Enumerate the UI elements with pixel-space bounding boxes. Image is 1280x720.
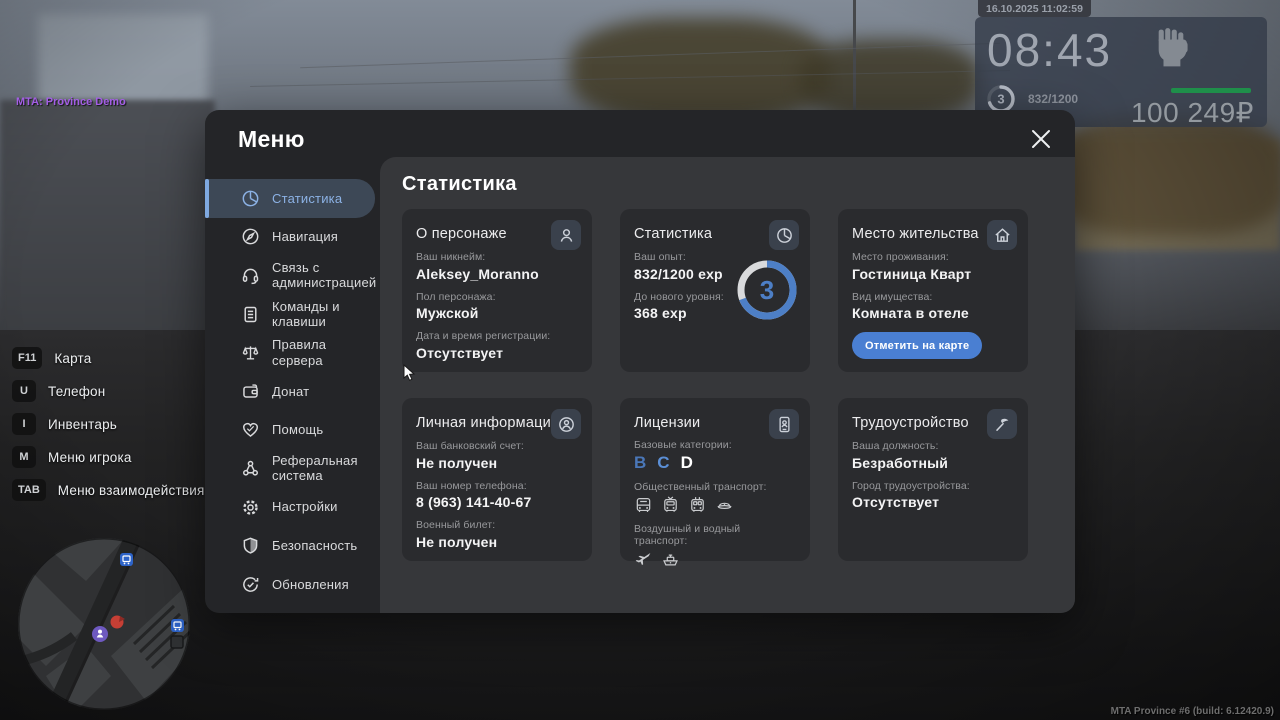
bus-icon [634, 496, 653, 515]
compass-icon [241, 227, 260, 246]
license-categories: B C D [634, 453, 796, 473]
user-icon [551, 220, 581, 250]
sidebar-item-server-rules[interactable]: Правила сервера [205, 333, 380, 372]
key-hints: F11 Карта U Телефон I Инвентарь M Меню и… [12, 347, 204, 501]
heart-icon [241, 420, 260, 439]
category-d: D [681, 453, 693, 473]
menu-content: Статистика О персонаже Ваш никнейм: Alek… [380, 157, 1075, 613]
sidebar-item-navigation[interactable]: Навигация [205, 218, 380, 257]
hud-progress-bar [1171, 88, 1251, 93]
mark-on-map-button[interactable]: Отметить на карте [852, 332, 982, 359]
key-hint-player-menu: M Меню игрока [12, 446, 204, 468]
mouse-cursor [403, 364, 417, 382]
sidebar-item-donate[interactable]: Донат [205, 372, 380, 411]
person-badge-icon [551, 409, 581, 439]
menu-sidebar: Статистика Навигация Связь с администрац… [205, 179, 380, 604]
cap-icon [715, 496, 734, 515]
server-brand-watermark: MTA: Province Demo [16, 96, 126, 108]
hud-clock: 08:43 [987, 23, 1112, 77]
close-icon[interactable] [1029, 127, 1053, 151]
card-about-character: О персонаже Ваш никнейм: Aleksey_Moranno… [402, 209, 592, 372]
pie-chart-icon [769, 220, 799, 250]
key-hint-interaction: TAB Меню взаимодействия [12, 479, 204, 501]
plane-icon [634, 550, 653, 569]
category-c: C [657, 453, 669, 473]
home-icon [987, 220, 1017, 250]
category-b: B [634, 453, 646, 473]
content-heading: Статистика [402, 173, 517, 196]
key-hint-map: F11 Карта [12, 347, 204, 369]
sidebar-item-help[interactable]: Помощь [205, 411, 380, 450]
hud-datetime: 16.10.2025 11:02:59 [978, 0, 1091, 17]
key-hint-inventory: I Инвентарь [12, 413, 204, 435]
svg-text:3: 3 [997, 92, 1004, 107]
fist-icon [1155, 26, 1189, 70]
id-card-icon [769, 409, 799, 439]
pickaxe-icon [987, 409, 1017, 439]
sidebar-item-admin-contact[interactable]: Связь с администрацией [205, 256, 380, 295]
sidebar-item-settings[interactable]: Настройки [205, 488, 380, 527]
card-licenses: Лицензии Базовые категории: B C D Общест… [620, 398, 810, 561]
minimap-bus-stop-icon [120, 553, 133, 566]
scales-icon [241, 343, 260, 362]
svg-text:3: 3 [760, 275, 774, 305]
hud-exp-text: 832/1200 [1028, 92, 1078, 106]
sidebar-item-commands[interactable]: Команды и клавиши [205, 295, 380, 334]
keycap: I [12, 413, 36, 435]
keycap: U [12, 380, 36, 402]
sidebar-item-updates[interactable]: Обновления [205, 565, 380, 604]
keycap: F11 [12, 347, 42, 369]
air-water-transport-icons [634, 550, 796, 569]
sidebar-item-referral[interactable]: Реферальная система [205, 449, 380, 488]
build-version: MTA Province #6 (build: 6.12420.9) [1111, 706, 1274, 717]
tram-icon [661, 496, 680, 515]
pie-chart-icon [241, 189, 260, 208]
card-statistics: Статистика Ваш опыт: 832/1200 exp До нов… [620, 209, 810, 372]
key-hint-phone: U Телефон [12, 380, 204, 402]
document-icon [241, 305, 260, 324]
stats-cards: О персонаже Ваш никнейм: Aleksey_Moranno… [402, 209, 1028, 561]
level-progress-ring: 3 [736, 259, 798, 321]
card-employment: Трудоустройство Ваша должность: Безработ… [838, 398, 1028, 561]
menu-title: Меню [238, 126, 305, 153]
keycap: TAB [12, 479, 46, 501]
hud-money: 100 249₽ [1131, 96, 1254, 129]
network-icon [241, 459, 260, 478]
sidebar-item-security[interactable]: Безопасность [205, 526, 380, 565]
menu-panel: Меню Статистика Навигация Связь с админи… [205, 110, 1075, 613]
headset-icon [241, 266, 260, 285]
public-transport-icons [634, 496, 796, 515]
shield-icon [241, 536, 260, 555]
trolleybus-icon [688, 496, 707, 515]
sidebar-item-statistics[interactable]: Статистика [205, 179, 375, 218]
wallet-icon [241, 382, 260, 401]
card-residence: Место жительства Место проживания: Гости… [838, 209, 1028, 372]
keycap: M [12, 446, 36, 468]
minimap [16, 536, 192, 712]
gear-icon [241, 498, 260, 517]
update-check-icon [241, 575, 260, 594]
ship-icon [661, 550, 680, 569]
card-personal-info: Личная информация Ваш банковский счет: Н… [402, 398, 592, 561]
